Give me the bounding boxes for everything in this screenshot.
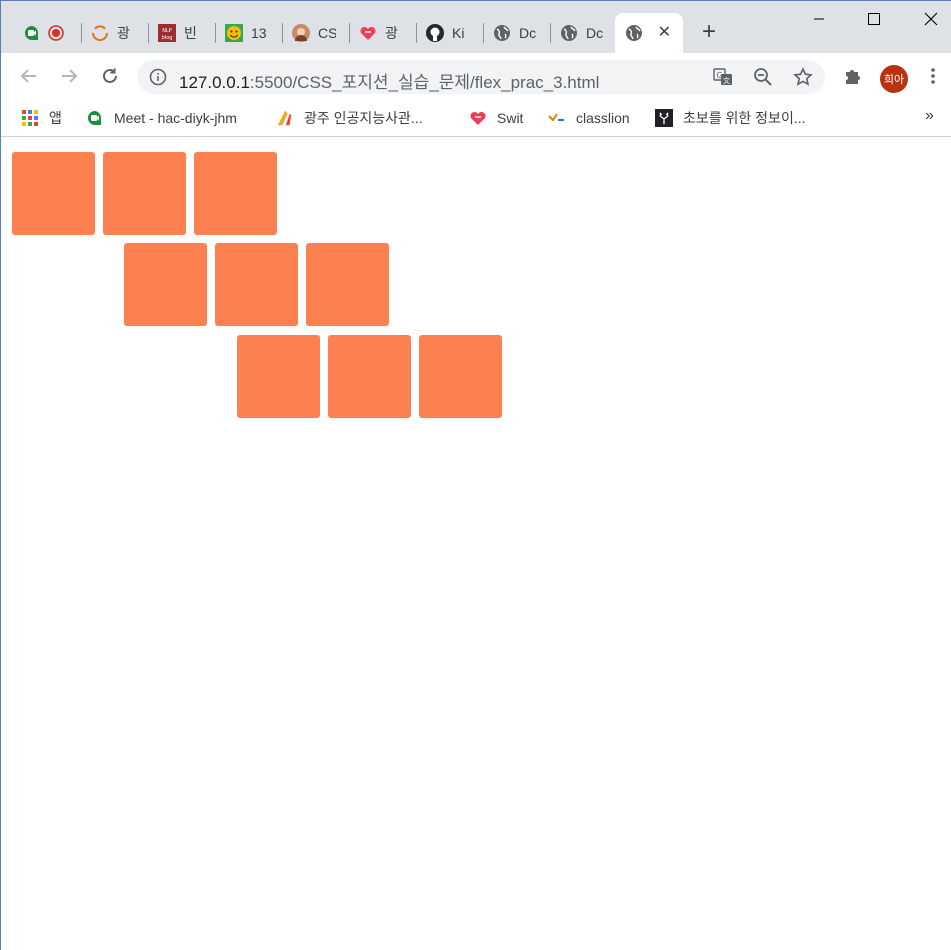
forward-button[interactable] (57, 64, 81, 88)
maximize-button[interactable] (862, 7, 886, 31)
smiley-icon (225, 24, 243, 42)
toolbar: 127.0.0.1:5500/CSS_포지션_실습_문제/flex_prac_3… (1, 53, 951, 99)
translate-icon[interactable]: G文 (713, 67, 733, 87)
bookmark-star-icon[interactable] (793, 67, 813, 87)
tab-doc-2[interactable]: Dc (550, 13, 614, 53)
bookmark-label: 앱 (49, 110, 62, 126)
avatar[interactable]: 희아 (880, 65, 908, 93)
back-button[interactable] (17, 64, 41, 88)
url-host: 127.0.0.1 (179, 73, 250, 92)
meet-icon (86, 109, 104, 127)
browser-window: 광 NLP blog 빈 13 CS 광 Ki Dc Dc ✕ + 127.0.… (0, 0, 951, 950)
orange-box (306, 243, 389, 326)
deer-icon (655, 109, 673, 127)
zoom-out-icon[interactable] (753, 67, 773, 87)
tab-smiley[interactable]: 13 (215, 13, 281, 53)
tab-doc-1[interactable]: Dc (483, 13, 549, 53)
bookmarks-bar: 앱 Meet - hac-diyk-jhm 광주 인공지능사관... Swit … (1, 99, 951, 137)
bookmark-info[interactable]: 초보를 위한 정보이... (655, 107, 806, 129)
nlp-blog-icon: NLP blog (158, 24, 176, 42)
ai-icon (276, 109, 294, 127)
info-icon[interactable] (149, 68, 167, 91)
back-arrow-icon (20, 69, 36, 83)
extensions-button[interactable] (841, 64, 865, 88)
box-row-3 (237, 335, 502, 418)
tab-title: 광 (117, 25, 130, 41)
menu-button[interactable] (921, 64, 945, 88)
tab-title: Dc (519, 25, 537, 41)
url-text: 127.0.0.1:5500/CSS_포지션_실습_문제/flex_prac_3… (179, 68, 599, 93)
bookmark-apps[interactable]: 앱 (21, 107, 62, 129)
tab-title: CS (318, 25, 336, 41)
reload-icon (103, 68, 117, 83)
url-path: :5500/CSS_포지션_실습_문제/flex_prac_3.html (249, 73, 600, 92)
tab-github[interactable]: Ki (416, 13, 482, 53)
bookmark-label: Meet - hac-diyk-jhm (114, 110, 237, 126)
close-icon[interactable]: ✕ (658, 24, 671, 42)
apps-icon (21, 109, 39, 127)
puzzle-icon (846, 70, 860, 84)
profile-icon (292, 24, 310, 42)
page-content (1, 140, 951, 950)
bookmarks-overflow-button[interactable]: » (925, 107, 934, 125)
svg-text:NLP: NLP (162, 28, 172, 34)
heart-icon (359, 24, 377, 42)
more-vert-icon (931, 68, 935, 84)
tab-blog[interactable]: NLP blog 빈 (148, 13, 214, 53)
tab-title: 빈 (184, 25, 197, 41)
box-row-1 (12, 152, 277, 235)
orange-box (419, 335, 502, 418)
close-window-button[interactable] (919, 7, 943, 31)
forward-arrow-icon (62, 69, 78, 83)
orange-box (237, 335, 320, 418)
bookmark-label: classlion (576, 110, 630, 126)
globe-icon (493, 24, 511, 42)
bookmark-ai[interactable]: 광주 인공지능사관... (276, 107, 423, 129)
github-icon (426, 24, 444, 42)
tab-title: 13 (251, 25, 267, 41)
orange-box (103, 152, 186, 235)
new-tab-button[interactable]: + (697, 20, 721, 45)
svg-text:文: 文 (723, 76, 730, 85)
ring-icon (91, 24, 109, 42)
tab-title: Ki (452, 25, 465, 41)
recording-icon (47, 24, 65, 42)
heart-icon (469, 109, 487, 127)
box-row-2 (124, 243, 389, 326)
tab-title: Dc (586, 25, 604, 41)
orange-box (328, 335, 411, 418)
tab-title: 광 (385, 25, 398, 41)
tab-meet[interactable] (13, 13, 77, 53)
tab-gwangju[interactable]: 광 (81, 13, 145, 53)
orange-box (124, 243, 207, 326)
orange-box (12, 152, 95, 235)
bookmark-label: 광주 인공지능사관... (304, 110, 423, 126)
tab-strip: 광 NLP blog 빈 13 CS 광 Ki Dc Dc ✕ + (1, 1, 951, 53)
classlion-icon (548, 109, 566, 127)
tab-swit[interactable]: 광 (349, 13, 415, 53)
bookmark-meet[interactable]: Meet - hac-diyk-jhm (86, 107, 237, 129)
bookmark-swit[interactable]: Swit (469, 107, 523, 129)
orange-box (215, 243, 298, 326)
reload-button[interactable] (98, 64, 122, 88)
globe-icon (560, 24, 578, 42)
bookmark-classlion[interactable]: classlion (548, 107, 630, 129)
bookmark-label: 초보를 위한 정보이... (683, 110, 806, 126)
meet-icon (23, 24, 41, 42)
orange-box (194, 152, 277, 235)
address-bar[interactable]: 127.0.0.1:5500/CSS_포지션_실습_문제/flex_prac_3… (137, 60, 825, 94)
svg-text:blog: blog (162, 35, 173, 41)
bookmark-label: Swit (497, 110, 524, 126)
tab-css[interactable]: CS (282, 13, 348, 53)
minimize-button[interactable] (807, 7, 831, 31)
tab-active[interactable]: ✕ (615, 13, 683, 53)
globe-icon (625, 24, 643, 42)
